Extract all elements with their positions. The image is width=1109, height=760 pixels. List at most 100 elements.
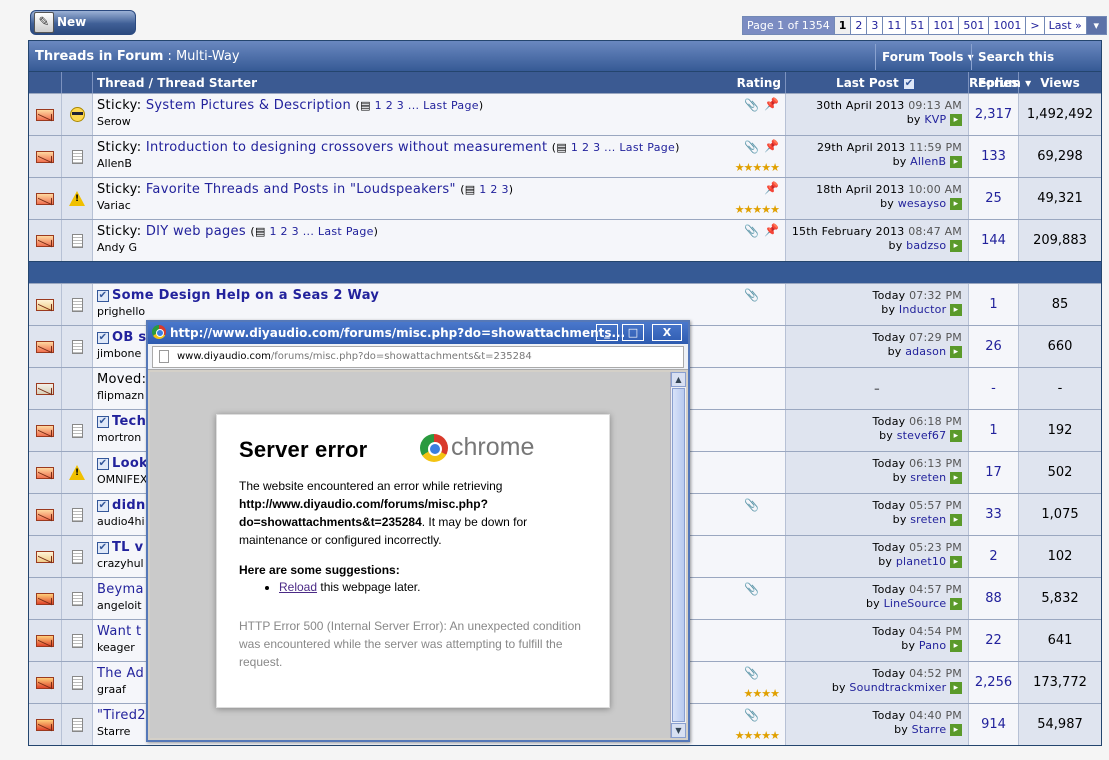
last-poster-link[interactable]: KVP — [924, 113, 946, 126]
views-column-header[interactable]: Views — [1019, 72, 1101, 93]
url-field[interactable]: www.diyaudio.com/forums/misc.php?do=show… — [152, 346, 684, 368]
thread-title-link[interactable]: Tech — [112, 414, 146, 429]
goto-last-post-icon[interactable]: ▸ — [950, 430, 962, 442]
last-poster-link[interactable]: sreten — [910, 513, 946, 526]
thread-title-link[interactable]: Beyma — [97, 582, 144, 597]
thread-starter[interactable]: AllenB — [97, 157, 781, 170]
thread-title-link[interactable]: Look — [112, 456, 148, 471]
rating-column-header[interactable]: Rating — [737, 72, 781, 94]
goto-last-post-icon[interactable]: ▸ — [950, 724, 962, 736]
replies-count[interactable]: 2,317 — [975, 107, 1012, 122]
replies-count[interactable]: 25 — [985, 191, 1002, 206]
last-poster-link[interactable]: adason — [905, 345, 946, 358]
page-link[interactable]: 1001 — [989, 17, 1027, 34]
replies-count[interactable]: 33 — [985, 507, 1002, 522]
thread-title-link[interactable]: TL v — [112, 540, 143, 555]
last-poster-link[interactable]: wesayso — [898, 197, 947, 210]
replies-count[interactable]: 2 — [989, 549, 997, 564]
replies-count[interactable]: 2,256 — [975, 675, 1012, 690]
page-link[interactable]: > — [1026, 17, 1045, 34]
checkbox-icon[interactable]: ✔ — [97, 457, 109, 470]
thread-title-link[interactable]: System Pictures & Description — [146, 98, 351, 113]
goto-last-post-icon[interactable]: ▸ — [950, 240, 962, 252]
replies-count[interactable]: 1 — [989, 423, 997, 438]
scroll-thumb[interactable] — [672, 388, 685, 722]
goto-last-post-icon[interactable]: ▸ — [950, 346, 962, 358]
reload-link[interactable]: Reload — [279, 580, 317, 594]
page-link[interactable]: 51 — [906, 17, 930, 34]
goto-last-post-icon[interactable]: ▸ — [950, 156, 962, 168]
goto-last-post-icon[interactable]: ▸ — [950, 556, 962, 568]
search-forum-menu[interactable]: Search this Forum ▾ — [971, 44, 1101, 90]
last-poster-link[interactable]: sreten — [910, 471, 946, 484]
forum-tools-menu[interactable]: Forum Tools ▾ — [875, 44, 980, 70]
checkbox-icon[interactable]: ✔ — [97, 415, 109, 428]
last-post-column-header[interactable]: Last Post ✔ — [786, 72, 969, 93]
thread-title-link[interactable]: DIY web pages — [146, 224, 246, 239]
goto-last-post-icon[interactable]: ▸ — [950, 682, 962, 694]
goto-last-post-icon[interactable]: ▸ — [950, 598, 962, 610]
page-links[interactable]: 1 2 3 ... Last Page — [571, 141, 675, 154]
page-link[interactable]: 3 — [867, 17, 884, 34]
goto-last-post-icon[interactable]: ▸ — [950, 640, 962, 652]
last-poster-link[interactable]: LineSource — [884, 597, 947, 610]
replies-count[interactable]: 914 — [981, 717, 1006, 732]
thread-starter[interactable]: Andy G — [97, 241, 781, 254]
thread-column-header[interactable]: Thread / Thread Starter Rating — [93, 72, 786, 93]
replies-count[interactable]: 88 — [985, 591, 1002, 606]
views-count: 102 — [1019, 536, 1101, 577]
checkbox-icon[interactable]: ✔ — [97, 541, 109, 554]
last-poster-link[interactable]: Starre — [912, 723, 947, 736]
new-thread-button[interactable]: ✎New Thread — [30, 10, 136, 52]
last-poster-link[interactable]: Inductor — [899, 303, 946, 316]
scroll-up-button[interactable]: ▲ — [671, 372, 686, 387]
maximize-button[interactable]: □ — [622, 324, 644, 341]
thread-title-link[interactable]: "Tired2 — [97, 708, 146, 723]
thread-title-link[interactable]: The Ad — [97, 666, 144, 681]
thread-title-link[interactable]: Want t — [97, 624, 141, 639]
goto-last-post-icon[interactable]: ▸ — [950, 304, 962, 316]
last-poster-link[interactable]: AllenB — [910, 155, 946, 168]
page-link[interactable]: 2 — [851, 17, 868, 34]
goto-last-post-icon[interactable]: ▸ — [950, 472, 962, 484]
page-link[interactable]: 1 — [834, 17, 852, 34]
last-poster-link[interactable]: planet10 — [896, 555, 946, 568]
page-link[interactable]: 101 — [929, 17, 960, 34]
thread-title-link[interactable]: didn — [112, 498, 146, 513]
checkbox-icon[interactable]: ✔ — [97, 499, 109, 512]
goto-last-post-icon[interactable]: ▸ — [950, 198, 962, 210]
minimize-button[interactable]: _ — [596, 324, 618, 341]
last-poster-link[interactable]: stevef67 — [897, 429, 947, 442]
thread-title-link[interactable]: Some Design Help on a Seas 2 Way — [112, 288, 379, 303]
replies-count[interactable]: 1 — [989, 297, 997, 312]
checkbox-icon[interactable]: ✔ — [97, 289, 109, 302]
replies-count[interactable]: 22 — [985, 633, 1002, 648]
replies-count[interactable]: 26 — [985, 339, 1002, 354]
page-links[interactable]: 1 2 3 ... Last Page — [269, 225, 373, 238]
replies-count[interactable]: 144 — [981, 233, 1006, 248]
thread-title-link[interactable]: Introduction to designing crossovers wit… — [146, 140, 548, 155]
thread-starter[interactable]: Variac — [97, 199, 781, 212]
popup-titlebar[interactable]: http://www.diyaudio.com/forums/misc.php?… — [148, 322, 688, 344]
replies-count[interactable]: 17 — [985, 465, 1002, 480]
page-link[interactable]: Last » — [1044, 17, 1087, 34]
last-poster-link[interactable]: badzso — [906, 239, 946, 252]
thread-title-link[interactable]: Favorite Threads and Posts in "Loudspeak… — [146, 182, 456, 197]
thread-title-link[interactable]: OB s — [112, 330, 146, 345]
popup-scrollbar[interactable]: ▲ ▼ — [670, 372, 686, 738]
last-poster-link[interactable]: Pano — [919, 639, 946, 652]
page-links[interactable]: 1 2 3 — [479, 183, 509, 196]
replies-count[interactable]: 133 — [981, 149, 1006, 164]
page-link[interactable]: 501 — [959, 17, 990, 34]
thread-starter[interactable]: Serow — [97, 115, 781, 128]
checkbox-icon[interactable]: ✔ — [97, 331, 109, 344]
goto-last-post-icon[interactable]: ▸ — [950, 114, 962, 126]
page-links[interactable]: 1 2 3 ... Last Page — [375, 99, 479, 112]
scroll-down-button[interactable]: ▼ — [671, 723, 686, 738]
goto-last-post-icon[interactable]: ▸ — [950, 514, 962, 526]
page-link[interactable]: 11 — [883, 17, 907, 34]
page-menu-arrow[interactable]: ▾ — [1086, 17, 1106, 34]
close-button[interactable]: X — [652, 324, 682, 341]
thread-starter[interactable]: prighello — [97, 305, 781, 318]
last-poster-link[interactable]: Soundtrackmixer — [849, 681, 946, 694]
